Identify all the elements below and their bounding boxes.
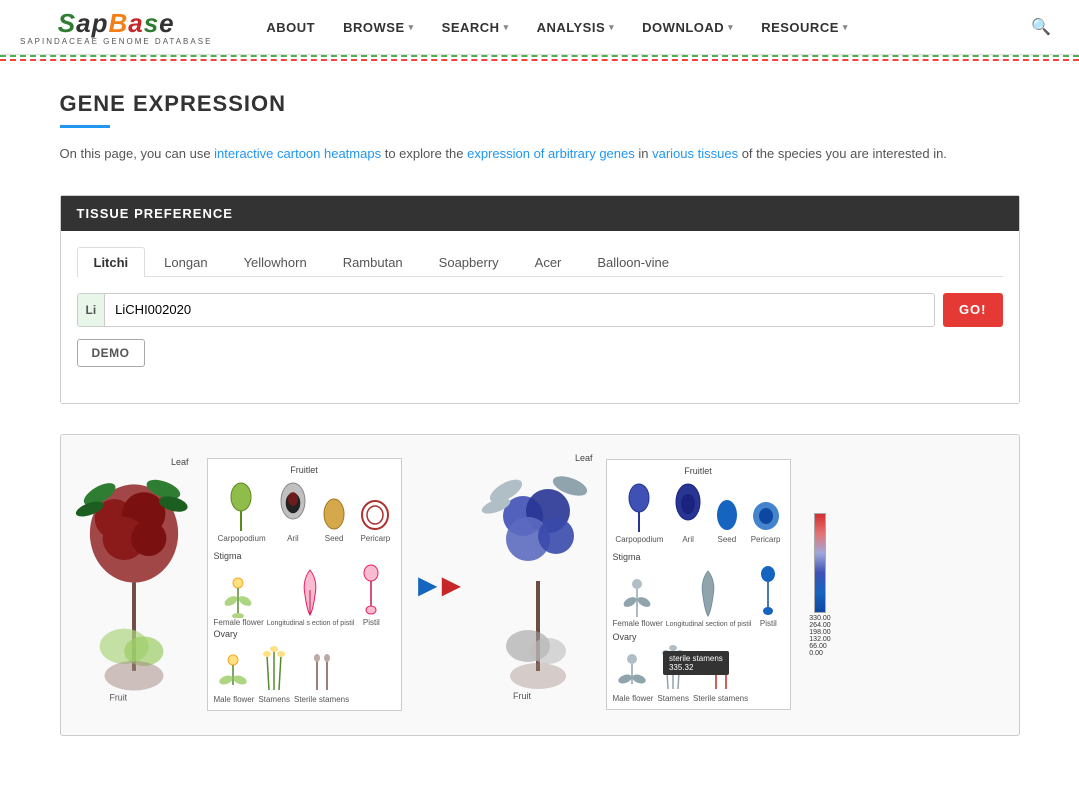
heatmap-inner: Leaf	[61, 435, 1019, 735]
nav-download[interactable]: DOWNLOAD ▾	[628, 0, 747, 55]
plant-illustration-right: Leaf	[478, 451, 598, 719]
heatmap-tissue-grid: Fruitlet Carpopodium	[606, 459, 791, 710]
title-underline	[60, 125, 110, 128]
tab-balloon-vine[interactable]: Balloon-vine	[580, 247, 686, 277]
legend-labels: 330.00 264.00 198.00 132.00 66.00 0.00	[809, 615, 830, 657]
plant-illustration-left: Leaf	[69, 455, 199, 715]
female-flower-tissue: Female flower	[214, 573, 264, 627]
tab-rambutan[interactable]: Rambutan	[326, 247, 420, 277]
tab-longan[interactable]: Longan	[147, 247, 224, 277]
nav-browse[interactable]: BROWSE ▾	[329, 0, 428, 55]
nav-links: ABOUT BROWSE ▾ SEARCH ▾ ANALYSIS ▾ DOWNL…	[252, 0, 1023, 55]
chevron-down-icon: ▾	[609, 22, 614, 33]
red-arrow-icon: ►	[436, 569, 468, 601]
chevron-down-icon: ▾	[409, 22, 414, 33]
heatmap-flower-row-1: Female flower Longitudinal section of pi…	[613, 564, 784, 628]
pistil-heatmap: Pistil	[754, 564, 782, 628]
male-flower-heatmap: Male flower	[613, 649, 654, 703]
tissue-preference-panel: TISSUE PREFERENCE Litchi Longan Yellowho…	[60, 195, 1020, 404]
main-content: GENE EXPRESSION On this page, you can us…	[40, 61, 1040, 766]
leaf-label-left: Leaf	[171, 457, 189, 467]
go-button[interactable]: GO!	[943, 293, 1003, 327]
seed-tissue: Seed	[320, 494, 348, 543]
fruitlet-label-right: Fruitlet	[613, 466, 784, 476]
stigma-label-right: Stigma	[613, 552, 784, 562]
chevron-down-icon: ▾	[728, 22, 733, 33]
species-tabs: Litchi Longan Yellowhorn Rambutan Soapbe…	[77, 247, 1003, 277]
brand-subtitle: SAPindaceae Genome dataBase	[20, 37, 212, 46]
plant-svg-left: Fruit	[69, 455, 199, 715]
tissues-link[interactable]: various tissues	[652, 146, 738, 161]
pericarp-heatmap: Pericarp	[751, 500, 781, 544]
demo-button[interactable]: DEMO	[77, 339, 145, 367]
tissue-grid-left: Fruitlet Carpopodium	[207, 458, 402, 711]
nav-about[interactable]: ABOUT	[252, 0, 329, 55]
aril-tissue: Aril	[278, 479, 308, 543]
sterile-stamens-tooltip: sterile stamens 335.32	[663, 651, 729, 675]
page-description: On this page, you can use interactive ca…	[60, 144, 1020, 165]
pistil-section-heatmap: Longitudinal section of pistil	[666, 566, 752, 628]
panel-body: Litchi Longan Yellowhorn Rambutan Soapbe…	[61, 231, 1019, 403]
panel-header: TISSUE PREFERENCE	[61, 196, 1019, 231]
tab-acer[interactable]: Acer	[518, 247, 579, 277]
sterile-stamens-tissue-left: Sterile stamens	[294, 645, 349, 704]
svg-text:Fruit: Fruit	[109, 692, 127, 702]
pericarp-tissue: Pericarp	[360, 499, 390, 543]
nav-analysis[interactable]: ANALYSIS ▾	[523, 0, 629, 55]
plant-svg-right: Fruit	[478, 451, 598, 716]
heatmap-fruitlet-row: Carpopodium Aril Seed	[613, 480, 784, 544]
color-legend: 330.00 264.00 198.00 132.00 66.00 0.00	[803, 513, 838, 657]
heatmap-container: Leaf	[60, 434, 1020, 736]
color-gradient-bar	[814, 513, 826, 613]
ovary-label-right: Ovary	[613, 632, 784, 642]
leaf-label-right: Leaf	[575, 453, 593, 463]
stamens-tissue: Stamens	[258, 645, 290, 704]
brand-logo[interactable]: SapBase SAPindaceae Genome dataBase	[20, 8, 212, 46]
male-flower-tissue: Male flower	[214, 650, 255, 704]
gene-input-row: Li GO!	[77, 293, 1003, 327]
fruitlet-label-left: Fruitlet	[214, 465, 395, 475]
female-flower-heatmap: Female flower	[613, 574, 663, 628]
nav-search[interactable]: SEARCH ▾	[428, 0, 523, 55]
flower-tissue-row-2: Male flower Stamens	[214, 645, 395, 704]
search-icon[interactable]: 🔍	[1023, 9, 1059, 45]
gene-input[interactable]	[105, 294, 934, 326]
carpopodium-tissue: Carpopodium	[218, 479, 266, 543]
pistil-tissue: Pistil	[357, 563, 385, 627]
tab-litchi[interactable]: Litchi	[77, 247, 146, 277]
tab-soapberry[interactable]: Soapberry	[422, 247, 516, 277]
aril-heatmap: Aril	[673, 480, 703, 544]
heatmap-flower-row-2: Male flower Stamens	[613, 644, 784, 703]
tab-yellowhorn[interactable]: Yellowhorn	[227, 247, 324, 277]
svg-text:Fruit: Fruit	[513, 691, 531, 701]
expression-link[interactable]: expression of arbitrary genes	[467, 146, 635, 161]
flower-tissue-row-1: Female flower Longitudinal s ection of p…	[214, 563, 395, 627]
nav-resource[interactable]: RESOURCE ▾	[747, 0, 862, 55]
heatmap-link[interactable]: interactive cartoon heatmaps	[214, 146, 381, 161]
transform-arrow: ► ►	[410, 569, 470, 601]
gene-input-wrapper: Li	[77, 293, 935, 327]
sterile-stamens-heatmap: sterile stamens 335.32 Sterile stamens	[693, 644, 748, 703]
seed-heatmap: Seed	[713, 495, 741, 544]
navbar: SapBase SAPindaceae Genome dataBase ABOU…	[0, 0, 1079, 55]
species-badge: Li	[78, 294, 106, 326]
stigma-label-left: Stigma	[214, 551, 395, 561]
carpopodium-heatmap: Carpopodium	[615, 480, 663, 544]
chevron-down-icon: ▾	[504, 22, 509, 33]
ovary-label-left: Ovary	[214, 629, 395, 639]
page-title: GENE EXPRESSION	[60, 91, 1020, 117]
fruitlet-tissue-row: Carpopodium Aril	[214, 479, 395, 543]
chevron-down-icon: ▾	[843, 22, 848, 33]
pistil-section-tissue: Longitudinal s ection of pistil	[267, 565, 355, 627]
